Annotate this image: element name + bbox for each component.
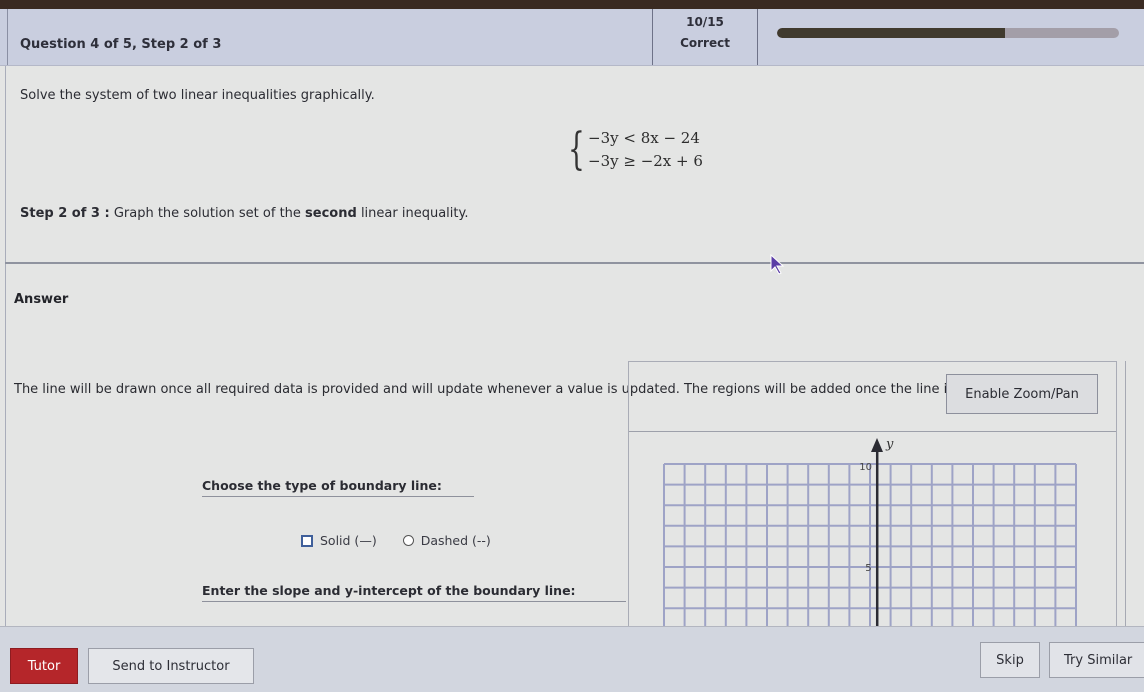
inequality-1: −3y < 8x − 24 <box>588 129 700 147</box>
boundary-type-label: Choose the type of boundary line: <box>202 478 474 497</box>
grid-lines <box>663 463 1077 626</box>
header-bar: Question 4 of 5, Step 2 of 3 10/15 Corre… <box>0 9 1144 66</box>
tutor-button[interactable]: Tutor <box>10 648 78 684</box>
option-dashed-label: Dashed (--) <box>420 533 491 548</box>
header-divider <box>7 9 8 65</box>
graph-toolbar-divider <box>629 431 1116 432</box>
left-brace-icon: { <box>568 124 585 175</box>
option-solid[interactable]: Solid (—) <box>301 533 377 548</box>
option-dashed[interactable]: Dashed (--) <box>402 533 491 548</box>
boundary-type-options: Solid (—) Dashed (--) <box>301 533 517 548</box>
step-text-2: linear inequality. <box>356 206 469 221</box>
send-to-instructor-button[interactable]: Send to Instructor <box>88 648 254 684</box>
progress-bar <box>777 28 1119 38</box>
outer-border <box>1125 361 1126 626</box>
instruction-text: Solve the system of two linear inequalit… <box>20 88 375 103</box>
solid-checkbox-icon[interactable] <box>301 534 313 547</box>
score-value: 10/15 <box>686 15 724 29</box>
footer-bar: Tutor Send to Instructor Skip Try Simila… <box>0 626 1144 692</box>
coordinate-grid[interactable]: y 10 5 <box>660 436 1085 626</box>
step-instruction: Step 2 of 3 : Graph the solution set of … <box>20 206 468 221</box>
progress-fill <box>777 28 1006 38</box>
inequality-2: −3y ≥ −2x + 6 <box>588 152 703 170</box>
y-tick-label-5: 5 <box>865 563 871 574</box>
slope-intercept-label: Enter the slope and y-intercept of the b… <box>202 583 626 602</box>
score-cell: 10/15 Correct <box>652 9 758 65</box>
step-prefix: Step 2 of 3 : <box>20 206 110 221</box>
score-label: Correct <box>680 36 730 50</box>
dashed-radio-icon[interactable] <box>402 535 414 546</box>
skip-button[interactable]: Skip <box>980 642 1040 678</box>
step-bold-word: second <box>305 206 357 221</box>
try-similar-button[interactable]: Try Similar <box>1049 642 1144 678</box>
inequality-system: { −3y < 8x − 24 −3y ≥ −2x + 6 <box>568 124 748 182</box>
question-title: Question 4 of 5, Step 2 of 3 <box>20 37 222 52</box>
arrow-up-icon <box>871 438 883 452</box>
section-divider <box>5 262 1144 264</box>
enable-zoom-pan-button[interactable]: Enable Zoom/Pan <box>946 374 1098 414</box>
panel-left-border <box>5 66 6 626</box>
question-panel: Solve the system of two linear inequalit… <box>0 66 1144 627</box>
top-strip <box>0 0 1144 9</box>
answer-heading: Answer <box>14 292 69 307</box>
option-solid-label: Solid (—) <box>320 533 377 548</box>
step-text-1: Graph the solution set of the <box>109 206 306 221</box>
y-tick-label-10: 10 <box>859 462 872 473</box>
y-axis-label: y <box>885 437 894 452</box>
